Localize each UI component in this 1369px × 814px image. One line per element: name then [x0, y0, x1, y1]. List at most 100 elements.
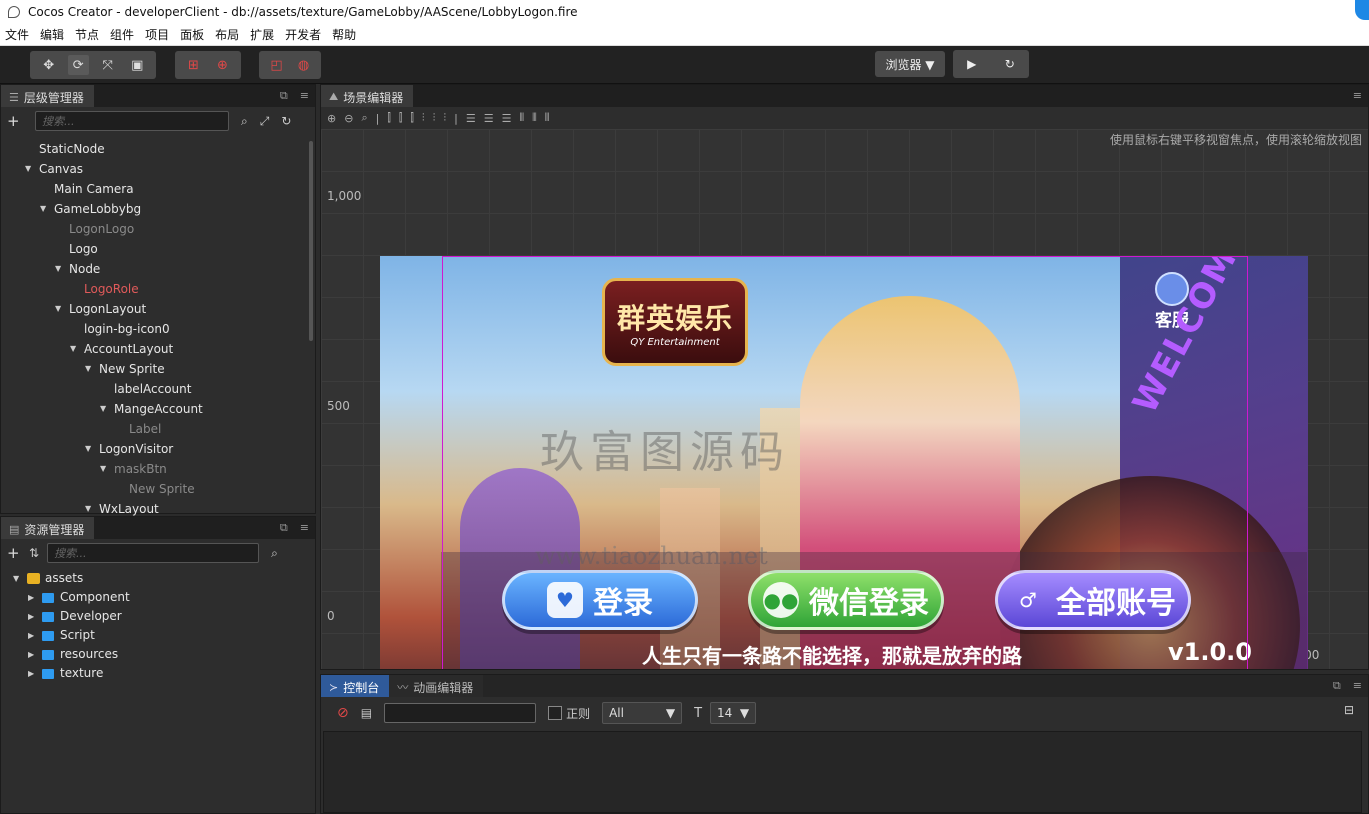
- expand-icon[interactable]: ⤢: [260, 114, 270, 129]
- rect-tool-icon[interactable]: ▣: [127, 55, 149, 75]
- menu-project[interactable]: 项目: [140, 26, 175, 43]
- log-level-select[interactable]: All ▼: [602, 702, 683, 724]
- collapse-icon[interactable]: ⊟: [1344, 703, 1354, 717]
- console-filter-input[interactable]: [384, 703, 537, 723]
- asset-item[interactable]: ▶ texture: [1, 664, 315, 683]
- align-top-icon[interactable]: ⫿: [387, 111, 391, 125]
- menu-component[interactable]: 组件: [105, 26, 140, 43]
- wechat-login-button[interactable]: ●● 微信登录: [748, 570, 944, 630]
- asset-item[interactable]: ▶ resources: [1, 645, 315, 664]
- asset-item[interactable]: ▶ Component: [1, 588, 315, 607]
- menu-icon[interactable]: ≡: [300, 89, 309, 103]
- hierarchy-node[interactable]: ▼ LogonVisitor: [1, 439, 315, 459]
- hierarchy-node[interactable]: LogonLogo: [1, 219, 315, 239]
- menu-icon[interactable]: ≡: [1353, 89, 1362, 102]
- tab-scene[interactable]: ⛰ 场景编辑器: [321, 85, 414, 107]
- zoom-out-icon[interactable]: ⊖: [344, 112, 353, 125]
- menu-layout[interactable]: 布局: [210, 26, 245, 43]
- open-log-icon[interactable]: ▤: [361, 706, 372, 720]
- play-icon[interactable]: ▶: [967, 57, 976, 71]
- expand-arrow-icon[interactable]: ▼: [40, 199, 46, 219]
- assets-search-input[interactable]: 搜索...: [47, 543, 260, 563]
- popout-icon[interactable]: ⧉: [1333, 679, 1341, 693]
- distribute-bottom-icon[interactable]: ☰: [502, 112, 512, 125]
- scale-tool-icon[interactable]: ⤧: [97, 55, 119, 75]
- expand-arrow-icon[interactable]: ▶: [28, 588, 34, 607]
- hierarchy-node[interactable]: LogoRole: [1, 279, 315, 299]
- regex-toggle[interactable]: 正则: [548, 705, 590, 722]
- hierarchy-node[interactable]: ▼ MangeAccount: [1, 399, 315, 419]
- rotate-tool-icon[interactable]: ⟳: [67, 55, 89, 75]
- regex-checkbox[interactable]: [548, 706, 563, 720]
- search-icon[interactable]: ⌕: [241, 114, 248, 129]
- popout-icon[interactable]: ⧉: [280, 521, 288, 535]
- all-accounts-button[interactable]: ♂ 全部账号: [995, 570, 1191, 630]
- expand-arrow-icon[interactable]: ▼: [100, 399, 106, 419]
- move-tool-icon[interactable]: ✥: [38, 55, 60, 75]
- game-login-scene[interactable]: 群英娱乐 QY Entertainment 客服 WELCOME 玖富图源码 w…: [380, 256, 1308, 669]
- expand-arrow-icon[interactable]: ▼: [100, 459, 106, 479]
- expand-arrow-icon[interactable]: ▼: [85, 439, 91, 459]
- hierarchy-node[interactable]: login-bg-icon0: [1, 319, 315, 339]
- hierarchy-node[interactable]: Main Camera: [1, 179, 315, 199]
- center-icon[interactable]: ⊕: [212, 55, 233, 75]
- tab-hierarchy[interactable]: ☰ 层级管理器: [1, 85, 94, 107]
- align-vcenter-icon[interactable]: ⫿: [399, 111, 403, 125]
- preview-platform-select[interactable]: 浏览器 ▼: [875, 51, 945, 77]
- add-node-icon[interactable]: +: [7, 112, 25, 130]
- hierarchy-node[interactable]: ▼ LogonLayout: [1, 299, 315, 319]
- align-bottom-icon[interactable]: ⫿: [410, 111, 414, 125]
- hierarchy-node[interactable]: StaticNode: [1, 139, 315, 159]
- menu-panel[interactable]: 面板: [175, 26, 210, 43]
- hierarchy-node[interactable]: labelAccount: [1, 379, 315, 399]
- expand-arrow-icon[interactable]: ▼: [55, 259, 61, 279]
- zoom-in-icon[interactable]: ⊕: [327, 112, 336, 125]
- refresh-icon[interactable]: ↻: [1005, 57, 1015, 71]
- scene-viewport[interactable]: 使用鼠标右键平移视窗焦点，使用滚轮缩放视图 1,000 500 0 0 500 …: [321, 129, 1368, 669]
- expand-arrow-icon[interactable]: ▼: [55, 299, 61, 319]
- menu-node[interactable]: 节点: [70, 26, 105, 43]
- pivot-icon[interactable]: ⊞: [183, 55, 204, 75]
- menu-edit[interactable]: 编辑: [35, 26, 70, 43]
- console-output[interactable]: [323, 731, 1362, 813]
- menu-extension[interactable]: 扩展: [245, 26, 280, 43]
- distribute-hcenter-icon[interactable]: ⫴: [532, 111, 537, 125]
- expand-arrow-icon[interactable]: ▼: [85, 359, 91, 379]
- align-left-icon[interactable]: ⫶: [422, 111, 425, 125]
- hierarchy-node[interactable]: ▼ New Sprite: [1, 359, 315, 379]
- distribute-vcenter-icon[interactable]: ☰: [484, 112, 494, 125]
- refresh-icon[interactable]: ↻: [281, 114, 291, 128]
- menu-icon[interactable]: ≡: [1353, 679, 1362, 693]
- sort-icon[interactable]: ⇅: [29, 546, 39, 560]
- tab-assets[interactable]: ▤ 资源管理器: [1, 517, 95, 539]
- hierarchy-node[interactable]: Label: [1, 419, 315, 439]
- hierarchy-node[interactable]: ▼ AccountLayout: [1, 339, 315, 359]
- hierarchy-search-input[interactable]: 搜索...: [35, 111, 229, 131]
- zoom-reset-icon[interactable]: ⌕: [361, 111, 367, 125]
- hierarchy-node[interactable]: ▼ GameLobbybg: [1, 199, 315, 219]
- distribute-left-icon[interactable]: ⫴: [520, 111, 525, 125]
- hierarchy-scrollbar[interactable]: [309, 141, 313, 341]
- expand-arrow-icon[interactable]: ▼: [25, 159, 31, 179]
- hierarchy-node[interactable]: ▼ Node: [1, 259, 315, 279]
- asset-item[interactable]: ▶ Developer: [1, 607, 315, 626]
- hierarchy-node[interactable]: New Sprite: [1, 479, 315, 499]
- tab-console[interactable]: ≻ 控制台: [321, 675, 390, 697]
- add-asset-icon[interactable]: +: [7, 544, 25, 562]
- expand-arrow-icon[interactable]: ▶: [28, 664, 34, 683]
- popout-icon[interactable]: ⧉: [280, 89, 288, 103]
- align-hcenter-icon[interactable]: ⫶: [433, 111, 436, 125]
- asset-item[interactable]: ▶ Script: [1, 626, 315, 645]
- expand-arrow-icon[interactable]: ▶: [28, 626, 34, 645]
- menu-developer[interactable]: 开发者: [280, 26, 327, 43]
- window-corner-badge[interactable]: [1355, 0, 1369, 20]
- hierarchy-node[interactable]: Logo: [1, 239, 315, 259]
- hierarchy-node[interactable]: ▼ Canvas: [1, 159, 315, 179]
- menu-icon[interactable]: ≡: [300, 521, 309, 535]
- expand-arrow-icon[interactable]: ▶: [28, 607, 34, 626]
- global-coord-icon[interactable]: ◍: [294, 55, 313, 75]
- expand-arrow-icon[interactable]: ▼: [13, 569, 19, 588]
- distribute-top-icon[interactable]: ☰: [466, 112, 476, 125]
- asset-item[interactable]: ▼ assets: [1, 569, 315, 588]
- search-icon[interactable]: ⌕: [271, 546, 278, 561]
